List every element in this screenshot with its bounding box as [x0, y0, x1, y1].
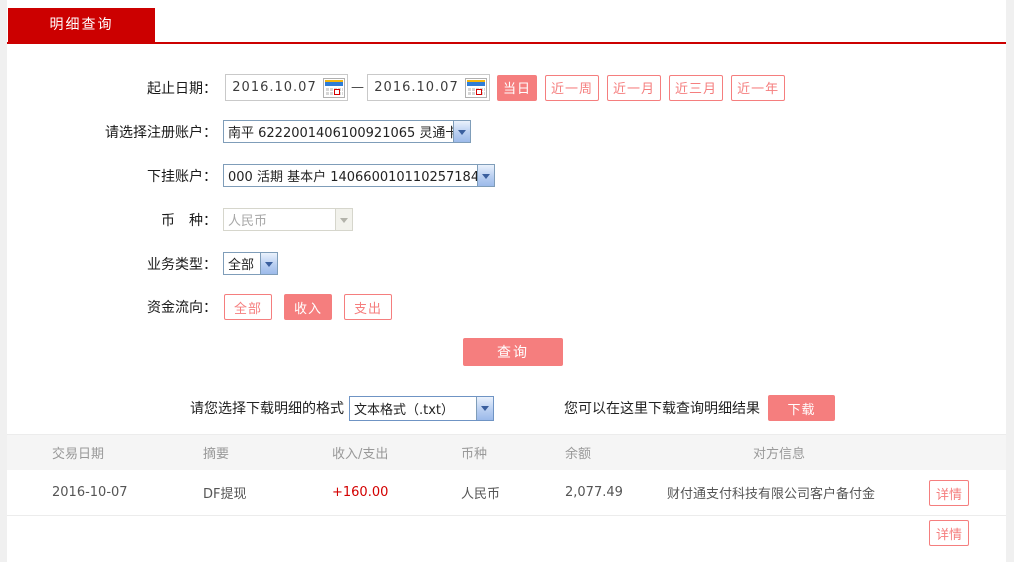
header-amount: 收入/支出 [332, 447, 389, 462]
download-row: 请您选择下载明细的格式 文本格式（.txt） 您可以在这里下载查询明细结果 下载 [7, 395, 1006, 421]
tab-bar: 明细查询 [7, 0, 1006, 42]
download-button[interactable]: 下载 [768, 395, 835, 421]
sub-account-label: 下挂账户： [147, 168, 217, 185]
fund-flow-all-button[interactable]: 全部 [224, 294, 273, 320]
quick-range-week-button[interactable]: 近一周 [545, 74, 600, 101]
query-button[interactable]: 查询 [463, 338, 563, 366]
fund-flow-expense-button[interactable]: 支出 [344, 294, 393, 320]
cell-date: 2016-10-07 [52, 485, 128, 500]
detail-button[interactable]: 详情 [929, 520, 969, 546]
sub-account-select[interactable]: 000 活期 基本户 1406600101102571848 [223, 164, 495, 187]
chevron-down-icon[interactable] [477, 165, 494, 186]
tab-detail-query[interactable]: 明细查询 [8, 8, 155, 42]
fund-flow-row: 资金流向： 全部 收入 支出 [7, 294, 1006, 320]
business-type-value: 全部 [228, 258, 255, 273]
tab-underline [7, 42, 1006, 44]
cell-summary: DF提现 [203, 487, 247, 502]
chevron-down-icon[interactable] [260, 253, 277, 274]
quick-range-today-button[interactable]: 当日 [497, 74, 538, 101]
sub-account-row: 下挂账户： 000 活期 基本户 1406600101102571848 [7, 164, 1006, 187]
download-hint: 您可以在这里下载查询明细结果 [564, 401, 760, 417]
header-summary: 摘要 [203, 447, 230, 462]
fund-flow-income-button[interactable]: 收入 [284, 294, 333, 320]
currency-select: 人民币 [223, 208, 353, 231]
calendar-icon[interactable] [465, 77, 487, 98]
results-table: 交易日期 摘要 收入/支出 币种 余额 对方信息 2016-10-07 DF提现… [7, 434, 1006, 562]
start-date-value: 2016.10.07 [232, 80, 317, 95]
date-range-row: 起止日期： 2016.10.07 — 2016.10.07 当日 近一周 近一月… [7, 74, 1006, 101]
end-date-value: 2016.10.07 [374, 80, 459, 95]
start-date-input[interactable]: 2016.10.07 [225, 74, 348, 101]
table-header-row: 交易日期 摘要 收入/支出 币种 余额 对方信息 [7, 434, 1006, 470]
cell-balance: 2,077.49 [565, 485, 623, 500]
registered-account-label: 请选择注册账户： [105, 124, 217, 141]
quick-range-month-button[interactable]: 近一月 [607, 74, 662, 101]
chevron-down-icon [335, 209, 352, 230]
sub-account-value: 000 活期 基本户 1406600101102571848 [228, 170, 477, 185]
business-type-row: 业务类型： 全部 [7, 252, 1006, 275]
header-currency: 币种 [461, 447, 488, 462]
calendar-icon[interactable] [323, 77, 345, 98]
business-type-select[interactable]: 全部 [223, 252, 278, 275]
currency-row: 币 种： 人民币 [7, 208, 1006, 231]
quick-range-year-button[interactable]: 近一年 [731, 74, 786, 101]
download-format-label: 请您选择下载明细的格式 [190, 401, 344, 417]
registered-account-value: 南平 6222001406100921065 灵通卡 [228, 126, 453, 141]
currency-label: 币 种： [161, 212, 217, 229]
chevron-down-icon[interactable] [476, 396, 493, 420]
registered-account-row: 请选择注册账户： 南平 6222001406100921065 灵通卡 [7, 120, 1006, 143]
registered-account-select[interactable]: 南平 6222001406100921065 灵通卡 [223, 120, 471, 143]
cell-amount: +160.00 [332, 485, 389, 500]
chevron-down-icon[interactable] [453, 121, 470, 142]
table-row: 2016-10-07 DF提现 +160.00 人民币 2,077.49 财付通… [7, 470, 1006, 516]
fund-flow-label: 资金流向： [147, 300, 217, 316]
date-separator: — [351, 80, 364, 95]
header-counterparty: 对方信息 [753, 447, 806, 462]
cell-currency: 人民币 [461, 487, 501, 502]
business-type-label: 业务类型： [147, 256, 217, 273]
download-format-value: 文本格式（.txt） [354, 402, 455, 418]
detail-button[interactable]: 详情 [929, 480, 969, 506]
quick-range-quarter-button[interactable]: 近三月 [669, 74, 724, 101]
header-date: 交易日期 [52, 447, 105, 462]
end-date-input[interactable]: 2016.10.07 [367, 74, 490, 101]
header-balance: 余额 [565, 447, 592, 462]
detail-query-page: 明细查询 起止日期： 2016.10.07 — 2016.10.07 当日 近一… [7, 0, 1006, 562]
date-range-label: 起止日期： [147, 80, 217, 97]
currency-value: 人民币 [228, 214, 268, 229]
download-format-select[interactable]: 文本格式（.txt） [349, 395, 494, 421]
